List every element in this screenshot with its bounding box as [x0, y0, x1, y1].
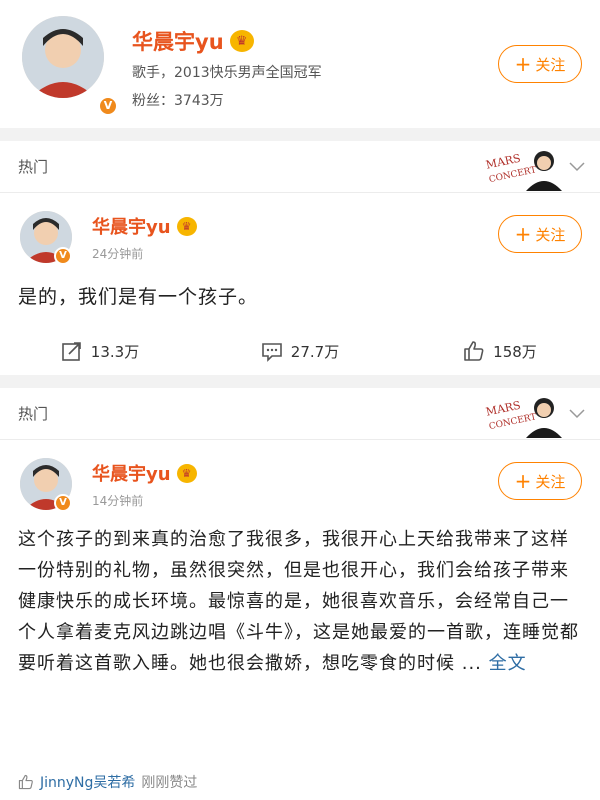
- hot-section-header: 热门 MARS CONCERT: [0, 388, 600, 440]
- hot-label: 热门: [18, 405, 49, 423]
- profile-name-text: 华晨宇yu: [132, 30, 224, 54]
- comment-button[interactable]: 27.7万: [200, 331, 400, 371]
- follow-button-label: 关注: [535, 225, 566, 244]
- post-time: 24分钟前: [92, 247, 144, 261]
- profile-description: 歌手，2013快乐男声全国冠军: [132, 65, 322, 81]
- plus-icon: +: [514, 469, 532, 493]
- profile-header: V 华晨宇yu ♛ 歌手，2013快乐男声全国冠军 粉丝：3743万 + 关注: [0, 0, 600, 128]
- post-text: 是的，我们是有一个孩子。: [18, 286, 259, 308]
- follow-button-label: 关注: [535, 55, 566, 74]
- promo-banner-icon[interactable]: MARS CONCERT: [484, 143, 562, 191]
- follow-button[interactable]: + 关注: [498, 462, 582, 500]
- thumbs-up-icon: [18, 774, 33, 790]
- hot-section-header: 热门 MARS CONCERT: [0, 141, 600, 193]
- like-button[interactable]: 158万: [400, 331, 600, 371]
- repost-button[interactable]: 13.3万: [0, 331, 200, 371]
- repost-icon: [61, 342, 81, 361]
- chevron-down-icon[interactable]: [568, 157, 586, 175]
- section-divider: [0, 128, 600, 141]
- post-text-block: 这个孩子的到来真的治愈了我很多，我很开心上天给我带来了这样一份特别的礼物，虽然很…: [18, 524, 582, 679]
- verified-badge: V: [54, 247, 72, 265]
- post-card: V 华晨宇yu ♛ 24分钟前 + 关注 是的，我们是有一个孩子。 13.3万 …: [0, 193, 600, 375]
- liked-by-row: JinnyNg吴若希 刚刚赞过: [18, 772, 197, 792]
- plus-icon: +: [514, 222, 532, 246]
- like-count: 158万: [493, 342, 537, 361]
- section-divider: [0, 375, 600, 388]
- liker-name[interactable]: JinnyNg吴若希: [40, 772, 135, 792]
- follow-button[interactable]: + 关注: [498, 45, 582, 83]
- comment-icon: [261, 343, 282, 362]
- post-author[interactable]: 华晨宇yu ♛: [92, 460, 197, 486]
- liked-status: 刚刚赞过: [141, 775, 198, 791]
- profile-fans-count: 粉丝：3743万: [132, 93, 224, 109]
- post-author-name: 华晨宇yu: [92, 464, 171, 485]
- thumbs-up-icon: [464, 341, 484, 361]
- profile-avatar[interactable]: [22, 16, 104, 98]
- hot-label: 热门: [18, 158, 49, 176]
- crown-icon: ♛: [176, 463, 197, 483]
- post-author[interactable]: 华晨宇yu ♛: [92, 213, 197, 239]
- profile-name[interactable]: 华晨宇yu ♛: [132, 26, 254, 56]
- post-author-name: 华晨宇yu: [92, 217, 171, 238]
- chevron-down-icon[interactable]: [568, 404, 586, 422]
- post-actions: 13.3万 27.7万 158万: [0, 331, 600, 371]
- crown-icon: ♛: [229, 30, 254, 52]
- full-text-link[interactable]: 全文: [489, 653, 527, 674]
- verified-badge: V: [54, 494, 72, 512]
- comment-count: 27.7万: [290, 342, 340, 361]
- follow-button[interactable]: + 关注: [498, 215, 582, 253]
- post-card: V 华晨宇yu ♛ 14分钟前 + 关注 这个孩子的到来真的治愈了我很多，我很开…: [0, 440, 600, 800]
- follow-button-label: 关注: [535, 472, 566, 491]
- repost-count: 13.3万: [90, 342, 140, 361]
- promo-banner-icon[interactable]: MARS CONCERT: [484, 390, 562, 438]
- post-time: 14分钟前: [92, 494, 144, 508]
- crown-icon: ♛: [176, 216, 197, 236]
- plus-icon: +: [514, 52, 532, 76]
- verified-badge: V: [98, 96, 118, 116]
